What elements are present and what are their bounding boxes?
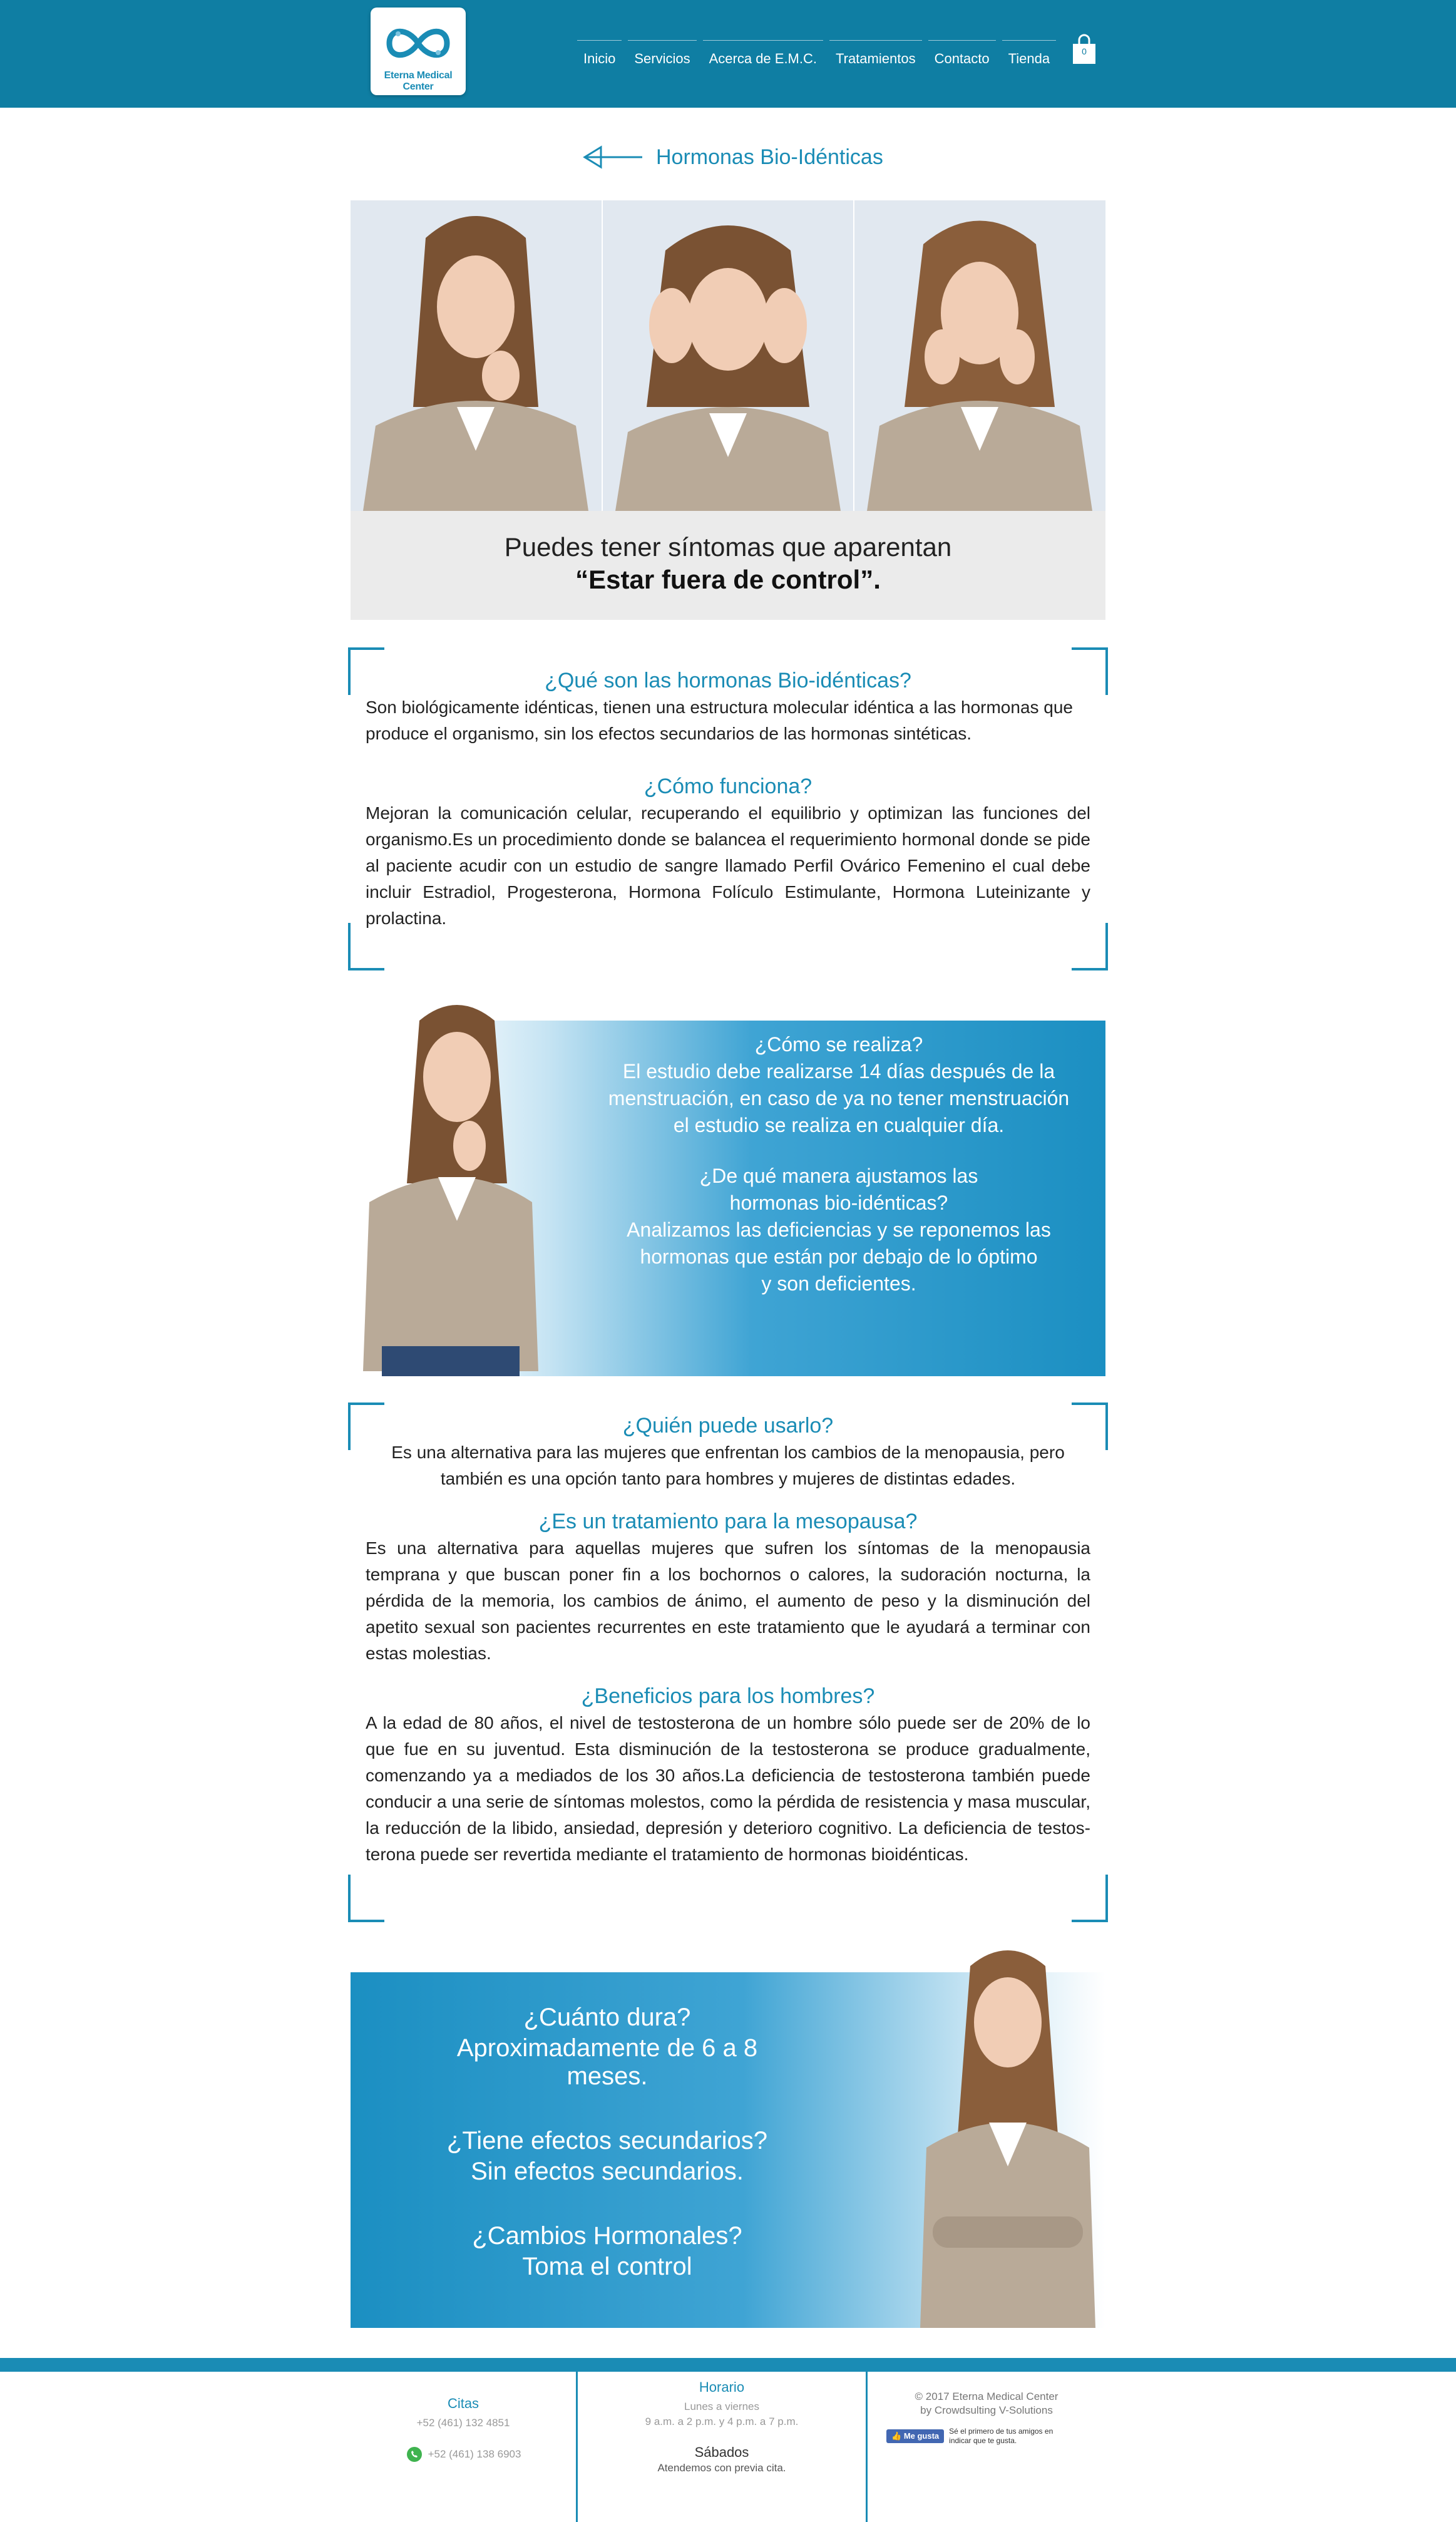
- bracket-corner: [348, 1875, 384, 1922]
- phone-number[interactable]: +52 (461) 132 4851: [351, 2417, 576, 2429]
- hero-photos: [351, 200, 1106, 511]
- question-heading: ¿Cómo funciona?: [643, 775, 813, 798]
- hero: Puedes tener síntomas que aparentan “Est…: [351, 200, 1106, 620]
- woman-surprised-photo: [854, 200, 1106, 511]
- woman-stressed-photo: [602, 200, 855, 511]
- main-nav: Inicio Servicios Acerca de E.M.C. Tratam…: [577, 40, 1057, 71]
- footer-bar: [0, 2358, 1456, 2372]
- page-title-row: Hormonas Bio-Idénticas: [582, 142, 883, 173]
- answer-line: Analizamos las deficiencias y se reponem…: [627, 1218, 1051, 1241]
- answer-text: Mejoran la comunicación celular, recuper…: [366, 803, 1090, 928]
- question-heading: ¿Beneficios para los hombres?: [581, 1684, 875, 1708]
- question-heading: ¿Cambios Hormonales?: [472, 2222, 742, 2250]
- whatsapp-number[interactable]: +52 (461) 138 6903: [428, 2448, 521, 2461]
- woman-thinking-photo: [351, 200, 603, 511]
- site-header: Eterna Medical Center Inicio Servicios A…: [0, 0, 1456, 108]
- back-arrow-icon[interactable]: [582, 145, 643, 170]
- question-heading: ¿Cómo se realiza?: [754, 1033, 923, 1056]
- answer-line: Sin efectos secundarios.: [471, 2158, 744, 2185]
- nav-item-acerca[interactable]: Acerca de E.M.C.: [702, 40, 823, 71]
- nav-item-contacto[interactable]: Contacto: [928, 40, 996, 71]
- question-heading: ¿Quién puede usarlo?: [622, 1414, 834, 1438]
- thumbs-up-icon: 👍: [891, 2431, 902, 2441]
- info-banner-1: ¿Cómo se realiza? El estudio debe realiz…: [351, 996, 1105, 1376]
- answer-line: El estudio debe realizarse 14 días despu…: [622, 1060, 1055, 1083]
- question-heading: ¿Qué son las hormonas Bio-idénticas?: [545, 669, 911, 692]
- weekdays-label: Lunes a viernes: [684, 2401, 760, 2412]
- logo[interactable]: Eterna Medical Center: [371, 8, 466, 95]
- woman-smiling-photo: [920, 1950, 1095, 2328]
- whatsapp-icon: [406, 2447, 422, 2462]
- info-banner-2: ¿Cuánto dura? Aproximadamente de 6 a 8 m…: [351, 1947, 1105, 2328]
- nav-item-servicios[interactable]: Servicios: [628, 40, 697, 71]
- hero-caption: Puedes tener síntomas que aparentan “Est…: [351, 511, 1105, 620]
- info-section-2: ¿Quién puede usarlo? Es una alternativa …: [348, 1403, 1108, 1922]
- saturday-note: Atendemos con previa cita.: [657, 2462, 786, 2474]
- answer-text: Es una alternativa para aquellas mujeres…: [366, 1538, 1090, 1663]
- horario-title: Horario: [699, 2379, 745, 2395]
- question-heading: ¿Tiene efectos secundarios?: [446, 2127, 768, 2154]
- info-section-1: ¿Qué son las hormonas Bio-idénticas? Son…: [348, 647, 1108, 970]
- answer-line: y son deficientes.: [761, 1272, 916, 1295]
- banner-text: ¿Cómo se realiza? El estudio debe realiz…: [588, 1033, 1089, 1295]
- page-title: Hormonas Bio-Idénticas: [656, 145, 883, 169]
- question-heading: ¿Es un tratamiento para la mesopausa?: [538, 1510, 918, 1533]
- answer-line: menstruación, en caso de ya no tener men…: [608, 1087, 1070, 1109]
- nav-item-tratamientos[interactable]: Tratamientos: [829, 40, 922, 71]
- nav-item-inicio[interactable]: Inicio: [577, 40, 622, 71]
- banner-text: ¿Cuánto dura? Aproximadamente de 6 a 8 m…: [413, 2004, 801, 2281]
- answer-text: A la edad de 80 años, el nivel de testos…: [366, 1713, 1090, 1864]
- woman-thinking-photo: [363, 1005, 538, 1376]
- answer-text: Son biológicamente idénticas, tienen una…: [366, 697, 1074, 743]
- saturday-label: Sábados: [694, 2444, 749, 2460]
- question-heading: hormonas bio-idénticas?: [729, 1192, 948, 1214]
- question-heading: ¿De qué manera ajustamos las: [699, 1165, 978, 1187]
- footer-credits: © 2017 Eterna Medical Center by Crowdsul…: [868, 2372, 1105, 2522]
- cart-button[interactable]: 0: [1072, 34, 1097, 65]
- hero-line-1: Puedes tener síntomas que aparentan: [504, 532, 952, 562]
- answer-line: hormonas que están por debajo de lo ópti…: [640, 1245, 1038, 1268]
- fb-text: indicar que te gusta.: [949, 2436, 1017, 2445]
- question-heading: ¿Cuánto dura?: [523, 2004, 691, 2031]
- weekday-hours: 9 a.m. a 2 p.m. y 4 p.m. a 7 p.m.: [645, 2416, 799, 2427]
- citas-title: Citas: [447, 2396, 479, 2411]
- site-footer: Citas +52 (461) 132 4851 +52 (461) 138 6…: [0, 2372, 1456, 2522]
- answer-line: el estudio se realiza en cualquier día.: [673, 1114, 1005, 1136]
- bracket-corner: [1072, 1875, 1108, 1922]
- facebook-like-button[interactable]: 👍 Me gusta: [886, 2429, 945, 2443]
- answer-line: Toma el control: [522, 2253, 692, 2280]
- cart-count: 0: [1082, 46, 1087, 56]
- answer-text: Es una alternativa para las mujeres que …: [391, 1443, 1065, 1488]
- copyright-text: © 2017 Eterna Medical Center: [915, 2391, 1059, 2402]
- fb-text: Sé el primero de tus amigos en: [949, 2427, 1054, 2436]
- infinity-logo-icon: [386, 28, 450, 58]
- nav-item-tienda[interactable]: Tienda: [1002, 40, 1057, 71]
- credit-text[interactable]: by Crowdsulting V-Solutions: [868, 2404, 1105, 2417]
- answer-line: Aproximadamente de 6 a 8 meses.: [456, 2034, 758, 2090]
- logo-text: Eterna Medical Center: [384, 70, 453, 92]
- hero-line-2: “Estar fuera de control”.: [575, 565, 881, 594]
- footer-horario: Horario Lunes a viernes 9 a.m. a 2 p.m. …: [578, 2372, 866, 2522]
- fb-like-label: Me gusta: [903, 2431, 940, 2441]
- footer-citas: Citas +52 (461) 132 4851 +52 (461) 138 6…: [351, 2372, 576, 2522]
